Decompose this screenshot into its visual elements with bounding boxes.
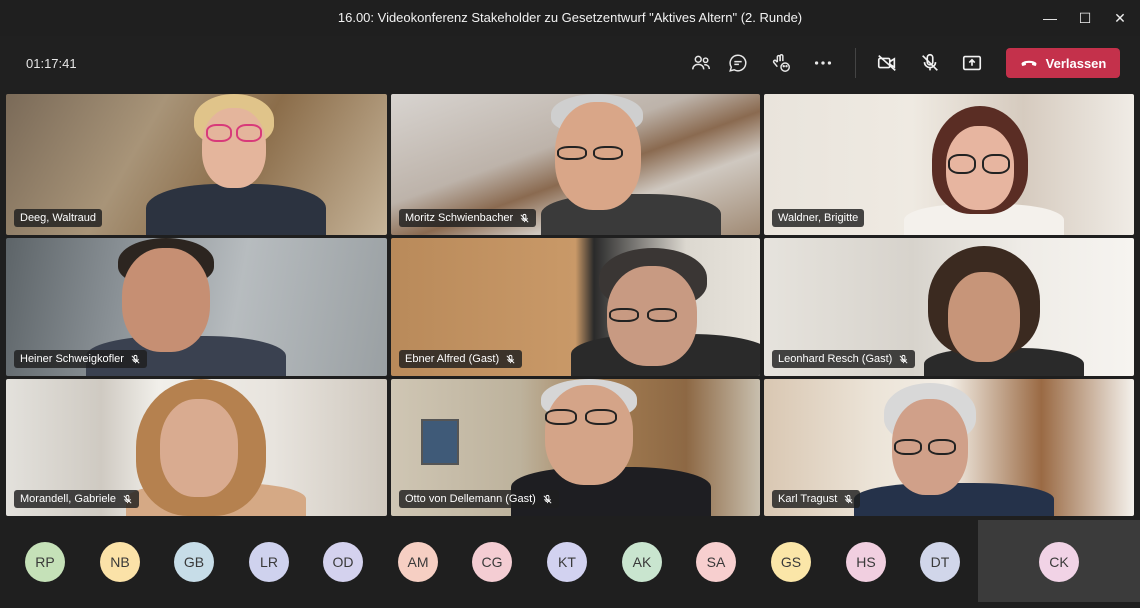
participant-avatar[interactable]: GB: [174, 542, 214, 582]
participant-name: Ebner Alfred (Gast): [405, 353, 500, 365]
participants-button[interactable]: [687, 49, 715, 77]
maximize-button[interactable]: ☐: [1065, 0, 1105, 36]
close-button[interactable]: ✕: [1100, 0, 1140, 36]
reactions-icon: [772, 54, 790, 72]
mic-toggle-button[interactable]: [916, 49, 944, 77]
video-tile[interactable]: Morandell, Gabriele: [6, 379, 387, 516]
participant-avatar[interactable]: NB: [100, 542, 140, 582]
video-tile[interactable]: Karl Tragust: [764, 379, 1134, 516]
participant-name: Heiner Schweigkofler: [20, 353, 124, 365]
participant-name-tag: Morandell, Gabriele: [14, 490, 139, 508]
video-tile[interactable]: Moritz Schwienbacher: [391, 94, 760, 235]
participant-name-tag: Deeg, Waltraud: [14, 209, 103, 227]
participant-name: Moritz Schwienbacher: [405, 212, 514, 224]
muted-icon: [123, 494, 132, 503]
participant-avatar[interactable]: OD: [323, 542, 363, 582]
more-options-button[interactable]: [809, 49, 837, 77]
video-tile[interactable]: Heiner Schweigkofler: [6, 238, 387, 376]
muted-icon: [543, 494, 552, 503]
participant-avatar[interactable]: CG: [472, 542, 512, 582]
participant-avatar-strip: RP NB GB LR OD AM CG KT AK SA GS HS DT CK: [0, 520, 1140, 608]
participant-name-tag: Heiner Schweigkofler: [14, 350, 147, 368]
wall-picture: [421, 419, 459, 465]
phone-icon: [1021, 60, 1037, 66]
camera-toggle-button[interactable]: [873, 49, 901, 77]
participant-avatar[interactable]: AM: [398, 542, 438, 582]
participant-avatar[interactable]: LR: [249, 542, 289, 582]
window-title: 16.00: Videokonferenz Stakeholder zu Ges…: [337, 10, 803, 25]
mic-off-icon: [922, 53, 938, 71]
leave-button[interactable]: Verlassen: [1006, 48, 1120, 78]
muted-icon: [131, 354, 140, 363]
participant-avatar[interactable]: CK: [1039, 542, 1079, 582]
participant-name-tag: Otto von Dellemann (Gast): [399, 490, 559, 508]
participant-name-tag: Leonhard Resch (Gast): [772, 350, 916, 368]
participant-name: Leonhard Resch (Gast): [778, 353, 893, 365]
video-tile[interactable]: Deeg, Waltraud: [6, 94, 387, 235]
share-icon: [962, 55, 982, 71]
participant-name-tag: Karl Tragust: [772, 490, 861, 508]
leave-label: Verlassen: [1045, 55, 1107, 71]
video-tile[interactable]: Leonhard Resch (Gast): [764, 238, 1134, 376]
participant-avatar[interactable]: AK: [622, 542, 662, 582]
muted-icon: [844, 494, 853, 503]
participant-name: Deeg, Waltraud: [20, 212, 97, 224]
people-icon: [692, 55, 710, 70]
video-tile[interactable]: Ebner Alfred (Gast): [391, 238, 760, 376]
title-bar: 16.00: Videokonferenz Stakeholder zu Ges…: [0, 0, 1140, 36]
chat-icon: [729, 54, 747, 72]
participant-name: Karl Tragust: [778, 493, 838, 505]
participant-video: [116, 379, 316, 516]
participant-avatar[interactable]: HS: [846, 542, 886, 582]
chat-button[interactable]: [724, 49, 752, 77]
video-tile[interactable]: Otto von Dellemann (Gast): [391, 379, 760, 516]
participant-avatar[interactable]: RP: [25, 542, 65, 582]
share-screen-button[interactable]: [958, 49, 986, 77]
participant-avatar[interactable]: KT: [547, 542, 587, 582]
muted-icon: [506, 354, 515, 363]
participant-video: [136, 94, 336, 235]
meeting-toolbar: 01:17:41 Verlassen: [0, 36, 1140, 90]
participant-avatar[interactable]: GS: [771, 542, 811, 582]
minimize-button[interactable]: —: [1030, 0, 1070, 36]
participant-name-tag: Ebner Alfred (Gast): [399, 350, 523, 368]
video-tile[interactable]: Waldner, Brigitte: [764, 94, 1134, 235]
participant-name-tag: Moritz Schwienbacher: [399, 209, 537, 227]
participant-name: Morandell, Gabriele: [20, 493, 116, 505]
toolbar-divider: [855, 48, 856, 78]
muted-icon: [899, 354, 908, 363]
more-icon: [814, 61, 832, 65]
participant-avatar[interactable]: DT: [920, 542, 960, 582]
meeting-timer: 01:17:41: [26, 56, 77, 71]
participant-video: [531, 94, 731, 235]
participant-video: [571, 238, 760, 376]
reactions-button[interactable]: [767, 49, 795, 77]
muted-icon: [520, 213, 529, 222]
camera-off-icon: [877, 55, 896, 71]
participant-video: [904, 238, 1104, 376]
participant-video: [884, 94, 1084, 235]
participant-name: Otto von Dellemann (Gast): [405, 493, 536, 505]
participant-name: Waldner, Brigitte: [778, 212, 859, 224]
participant-avatar[interactable]: SA: [696, 542, 736, 582]
participant-name-tag: Waldner, Brigitte: [772, 209, 865, 227]
video-grid: Deeg, Waltraud Moritz Schwienbacher Wald…: [6, 94, 1134, 516]
participant-video: [854, 379, 1054, 516]
